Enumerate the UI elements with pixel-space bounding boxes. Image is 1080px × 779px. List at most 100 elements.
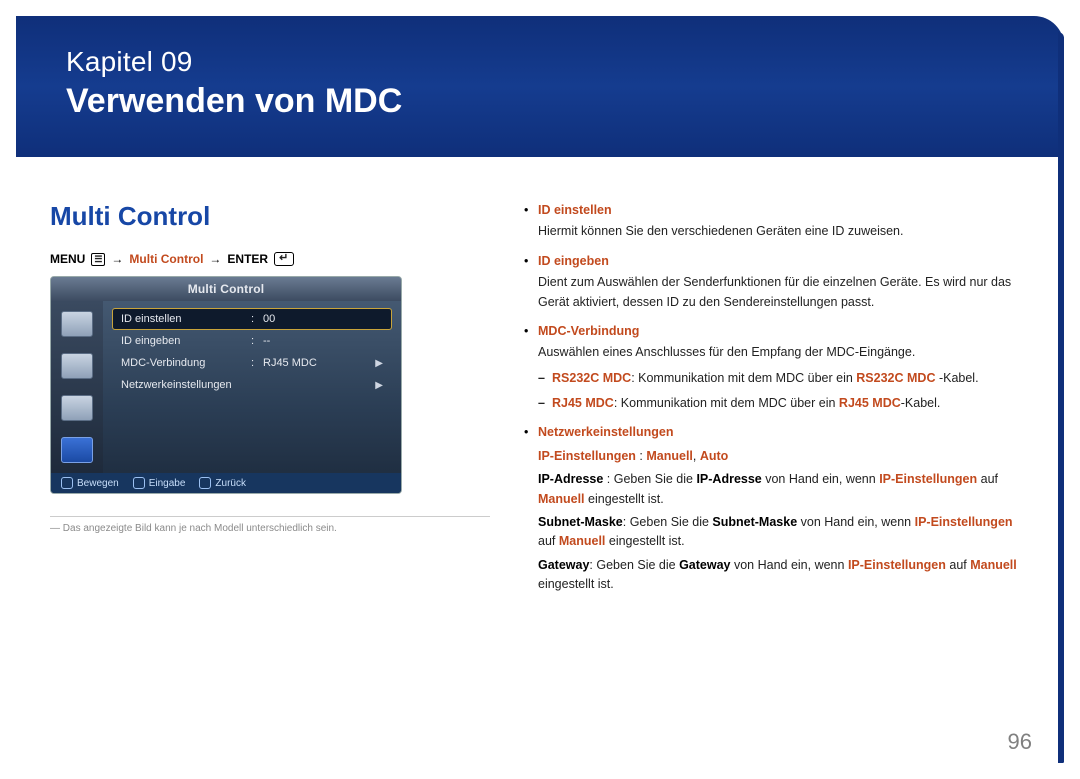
ip-settings-value: Manuell [646, 449, 693, 463]
osd-row: MDC-Verbindung : RJ45 MDC ▶ [113, 353, 391, 373]
item-label: ID einstellen [538, 203, 612, 217]
t: auf [538, 534, 559, 548]
osd-tab-icon [61, 395, 93, 421]
chevron-right-icon: ▶ [369, 380, 383, 391]
osd-sidebar [51, 301, 103, 473]
row-bold: IP-Adresse [696, 472, 761, 486]
osd-row-value: -- [263, 335, 369, 347]
t: : Geben Sie die [589, 558, 679, 572]
t: eingestellt ist. [605, 534, 684, 548]
footnote-text: Das angezeigte Bild kann je nach Modell … [63, 523, 337, 534]
osd-row-sep: : [251, 357, 263, 369]
comma: , [693, 449, 700, 463]
menu-icon: ☰ [91, 253, 105, 266]
item-desc: Auswählen eines Anschlusses für den Empf… [538, 343, 1032, 362]
osd-footer-enter: Eingabe [133, 477, 186, 489]
page-number: 96 [1008, 729, 1032, 755]
hl: Manuell [970, 558, 1017, 572]
row-bold: Subnet-Maske [712, 515, 797, 529]
row-key: IP-Adresse [538, 472, 603, 486]
osd-footer-move-label: Bewegen [77, 478, 119, 489]
enter-icon [133, 477, 145, 489]
decorative-edge [1058, 32, 1064, 763]
t: eingestellt ist. [538, 577, 614, 591]
left-column: Multi Control MENU ☰ → Multi Control → E… [50, 201, 470, 604]
hl: Manuell [559, 534, 606, 548]
osd-row-sep: : [251, 313, 263, 325]
chapter-header: Kapitel 09 Verwenden von MDC [16, 16, 1064, 157]
breadcrumb-step: Multi Control [129, 252, 203, 266]
t: von Hand ein, wenn [731, 558, 848, 572]
osd-tab-icon [61, 353, 93, 379]
osd-row-value: RJ45 MDC [263, 357, 369, 369]
osd-row-sep: : [251, 335, 263, 347]
osd-footer-back: Zurück [199, 477, 246, 489]
arrow-icon: → [209, 252, 221, 266]
breadcrumb-menu-label: MENU [50, 252, 85, 266]
ip-settings-label: IP-Einstellungen [538, 449, 636, 463]
sub-text: : Kommunikation mit dem MDC über ein [614, 396, 839, 410]
osd-row: Netzwerkeinstellungen ▶ [113, 375, 391, 395]
osd-footer: Bewegen Eingabe Zurück [51, 473, 401, 493]
sub-hl: RS232C MDC [856, 371, 935, 385]
item-desc: Hiermit können Sie den verschiedenen Ger… [538, 222, 1032, 241]
item-label: MDC-Verbindung [538, 324, 639, 338]
t: von Hand ein, wenn [797, 515, 914, 529]
sub-hl: RJ45 MDC [552, 396, 614, 410]
osd-row-label: ID einstellen [121, 313, 251, 325]
osd-title: Multi Control [51, 277, 401, 301]
osd-row-selected: ID einstellen : 00 [113, 309, 391, 329]
enter-icon [274, 252, 294, 266]
item-id-einstellen: ID einstellen Hiermit können Sie den ver… [524, 201, 1032, 242]
sub-text: : Kommunikation mit dem MDC über ein [631, 371, 856, 385]
chevron-right-icon: ▶ [369, 358, 383, 369]
t: auf [946, 558, 970, 572]
osd-footer-move: Bewegen [61, 477, 119, 489]
osd-footer-back-label: Zurück [215, 478, 246, 489]
hl: IP-Einstellungen [848, 558, 946, 572]
osd-tab-icon [61, 311, 93, 337]
t: von Hand ein, wenn [762, 472, 879, 486]
osd-row-label: Netzwerkeinstellungen [121, 379, 251, 391]
t: auf [977, 472, 998, 486]
osd-main: ID einstellen : 00 ID eingeben : -- [103, 301, 401, 473]
sub-text: -Kabel. [901, 396, 941, 410]
osd-row: ID eingeben : -- [113, 331, 391, 351]
right-column: ID einstellen Hiermit können Sie den ver… [524, 201, 1032, 604]
row-key: Subnet-Maske [538, 515, 623, 529]
chapter-title: Verwenden von MDC [66, 82, 1018, 121]
osd-tab-icon-active [61, 437, 93, 463]
sub-hl: RJ45 MDC [839, 396, 901, 410]
osd-row-label: ID eingeben [121, 335, 251, 347]
osd-screenshot: Multi Control ID einstellen : 00 [50, 276, 402, 494]
content-area: Multi Control MENU ☰ → Multi Control → E… [0, 157, 1080, 604]
sub-rs232c: RS232C MDC: Kommunikation mit dem MDC üb… [538, 369, 1032, 388]
subnet-line: Subnet-Maske: Geben Sie die Subnet-Maske… [538, 513, 1032, 552]
item-id-eingeben: ID eingeben Dient zum Auswählen der Send… [524, 252, 1032, 312]
sub-hl: RS232C MDC [552, 371, 631, 385]
sub-rj45: RJ45 MDC: Kommunikation mit dem MDC über… [538, 394, 1032, 413]
page: Kapitel 09 Verwenden von MDC Multi Contr… [0, 16, 1080, 779]
dpad-icon [61, 477, 73, 489]
breadcrumb-enter-label: ENTER [227, 252, 268, 266]
osd-body: ID einstellen : 00 ID eingeben : -- [51, 301, 401, 473]
back-icon [199, 477, 211, 489]
sep: : [636, 449, 646, 463]
item-label: Netzwerkeinstellungen [538, 425, 673, 439]
ip-adresse-line: IP-Adresse : Geben Sie die IP-Adresse vo… [538, 470, 1032, 509]
item-desc: Dient zum Auswählen der Senderfunktionen… [538, 273, 1032, 312]
hl: IP-Einstellungen [879, 472, 977, 486]
hl: Manuell [538, 492, 585, 506]
row-key: Gateway [538, 558, 589, 572]
footnote-prefix: ― [50, 523, 60, 534]
hl: IP-Einstellungen [915, 515, 1013, 529]
sub-text: -Kabel. [935, 371, 978, 385]
t: eingestellt ist. [585, 492, 664, 506]
chapter-label: Kapitel 09 [66, 46, 1018, 78]
divider [50, 516, 490, 517]
footnote: ― Das angezeigte Bild kann je nach Model… [50, 523, 470, 534]
breadcrumb: MENU ☰ → Multi Control → ENTER [50, 252, 470, 266]
osd-row-label: MDC-Verbindung [121, 357, 251, 369]
row-bold: Gateway [679, 558, 730, 572]
item-label: ID eingeben [538, 254, 609, 268]
